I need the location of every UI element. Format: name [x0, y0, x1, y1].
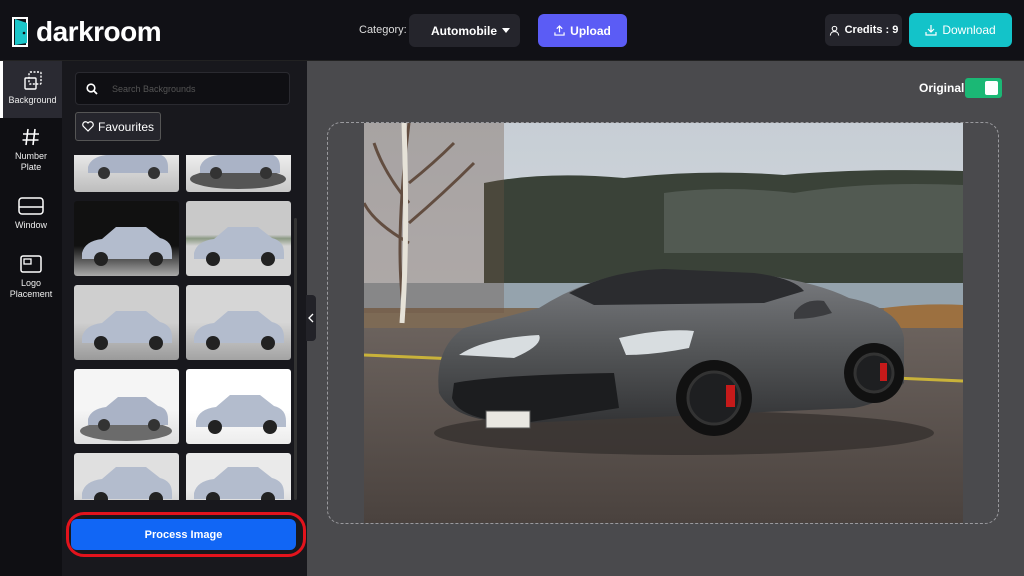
thumbnails-scrollbar[interactable] — [294, 218, 297, 500]
background-thumbnail[interactable] — [186, 369, 291, 444]
top-bar: darkroom Category: Automobile Upload Cre… — [0, 0, 1024, 61]
category-select[interactable]: Automobile — [409, 14, 520, 47]
background-thumbnail[interactable] — [74, 201, 179, 276]
background-thumbnails — [74, 155, 293, 500]
background-thumbnail[interactable] — [186, 201, 291, 276]
rail-item-logo-placement[interactable]: Logo Placement — [0, 254, 62, 310]
background-panel: Favourites — [62, 61, 307, 576]
user-icon — [829, 25, 840, 36]
layers-icon — [23, 71, 42, 90]
download-label: Download — [942, 23, 996, 37]
original-toggle[interactable] — [965, 78, 1002, 98]
logo[interactable]: darkroom — [12, 16, 162, 48]
rail-label-window: Window — [14, 220, 47, 230]
tool-rail: Background Number Plate Window Logo Plac… — [0, 61, 62, 576]
logo-text: darkroom — [36, 16, 162, 47]
download-button[interactable]: Download — [909, 13, 1012, 47]
search-icon — [86, 82, 98, 95]
search-box[interactable] — [75, 72, 290, 105]
rail-item-background[interactable]: Background — [0, 61, 62, 118]
process-button-highlight — [66, 512, 306, 557]
upload-button[interactable]: Upload — [538, 14, 627, 47]
favourites-button[interactable]: Favourites — [75, 112, 161, 141]
logo-door-icon — [12, 17, 34, 47]
download-icon — [925, 24, 937, 36]
preview-area: Original — [307, 61, 1024, 576]
chevron-left-icon — [308, 313, 314, 323]
rail-item-number-plate[interactable]: Number Plate — [0, 127, 62, 183]
background-thumbnail[interactable] — [186, 453, 291, 500]
credits-button[interactable]: Credits : 9 — [825, 14, 902, 46]
car-photo[interactable] — [364, 123, 963, 523]
upload-icon — [554, 25, 565, 36]
rail-label-background: Background — [8, 95, 57, 105]
collapse-panel-button[interactable] — [306, 295, 316, 341]
background-thumbnail[interactable] — [74, 369, 179, 444]
hash-icon — [22, 128, 39, 146]
upload-label: Upload — [570, 23, 611, 38]
background-thumbnail[interactable] — [186, 285, 291, 360]
chevron-down-icon — [502, 28, 510, 33]
rail-item-window[interactable]: Window — [0, 196, 62, 236]
window-icon — [18, 197, 44, 215]
favourites-label: Favourites — [97, 119, 155, 134]
heart-icon — [82, 121, 94, 132]
logo-icon — [20, 255, 42, 273]
background-thumbnail[interactable] — [186, 155, 291, 192]
background-thumbnail[interactable] — [74, 285, 179, 360]
original-label: Original — [919, 81, 965, 95]
rail-label-number-plate: Number Plate — [14, 151, 47, 172]
toggle-knob — [985, 81, 998, 95]
category-label: Category: — [359, 24, 407, 36]
search-input[interactable] — [112, 83, 272, 94]
credits-label: Credits : 9 — [844, 24, 899, 36]
background-thumbnail[interactable] — [74, 453, 179, 500]
rail-label-logo-placement: Logo Placement — [9, 278, 53, 299]
category-value: Automobile — [431, 23, 497, 38]
background-thumbnail[interactable] — [74, 155, 179, 192]
